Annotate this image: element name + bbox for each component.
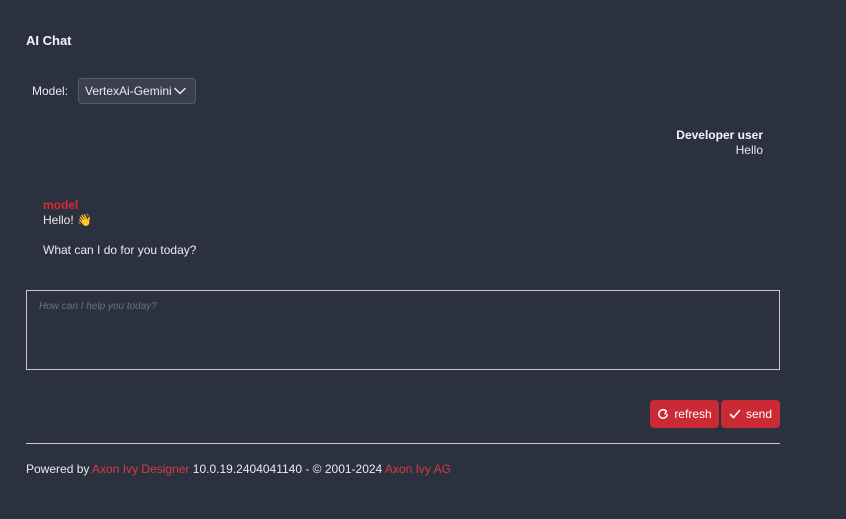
refresh-icon <box>657 408 669 420</box>
chat-input[interactable] <box>26 290 780 370</box>
model-selector-row: Model: VertexAi-Gemini <box>32 77 197 105</box>
footer-divider <box>26 443 780 444</box>
product-link[interactable]: Axon Ivy Designer <box>92 462 189 476</box>
model-select[interactable]: VertexAi-Gemini <box>78 78 197 104</box>
model-message-sender: model <box>43 198 79 212</box>
user-message: Developer user Hello <box>676 128 763 158</box>
check-icon <box>729 408 741 420</box>
chevron-down-icon <box>173 84 187 98</box>
footer-version: 10.0.19.2404041140 - © 2001-2024 <box>192 462 383 476</box>
refresh-button-label: refresh <box>674 407 712 421</box>
footer-powered-by: Powered by <box>26 462 90 476</box>
model-message-line: What can I do for you today? <box>43 243 197 257</box>
user-message-text: Hello <box>735 143 763 157</box>
footer: Powered by Axon Ivy Designer 10.0.19.240… <box>26 462 451 476</box>
model-label: Model: <box>32 84 69 98</box>
user-message-sender: Developer user <box>676 128 763 142</box>
model-message: model Hello! 👋 What can I do for you tod… <box>43 198 196 258</box>
model-select-value: VertexAi-Gemini <box>85 84 172 98</box>
refresh-button[interactable]: refresh <box>650 400 719 428</box>
send-button[interactable]: send <box>721 400 780 428</box>
company-link[interactable]: Axon Ivy AG <box>385 462 451 476</box>
send-button-label: send <box>745 407 773 421</box>
model-message-line: Hello! 👋 <box>43 213 92 227</box>
page-title: AI Chat <box>26 33 72 48</box>
